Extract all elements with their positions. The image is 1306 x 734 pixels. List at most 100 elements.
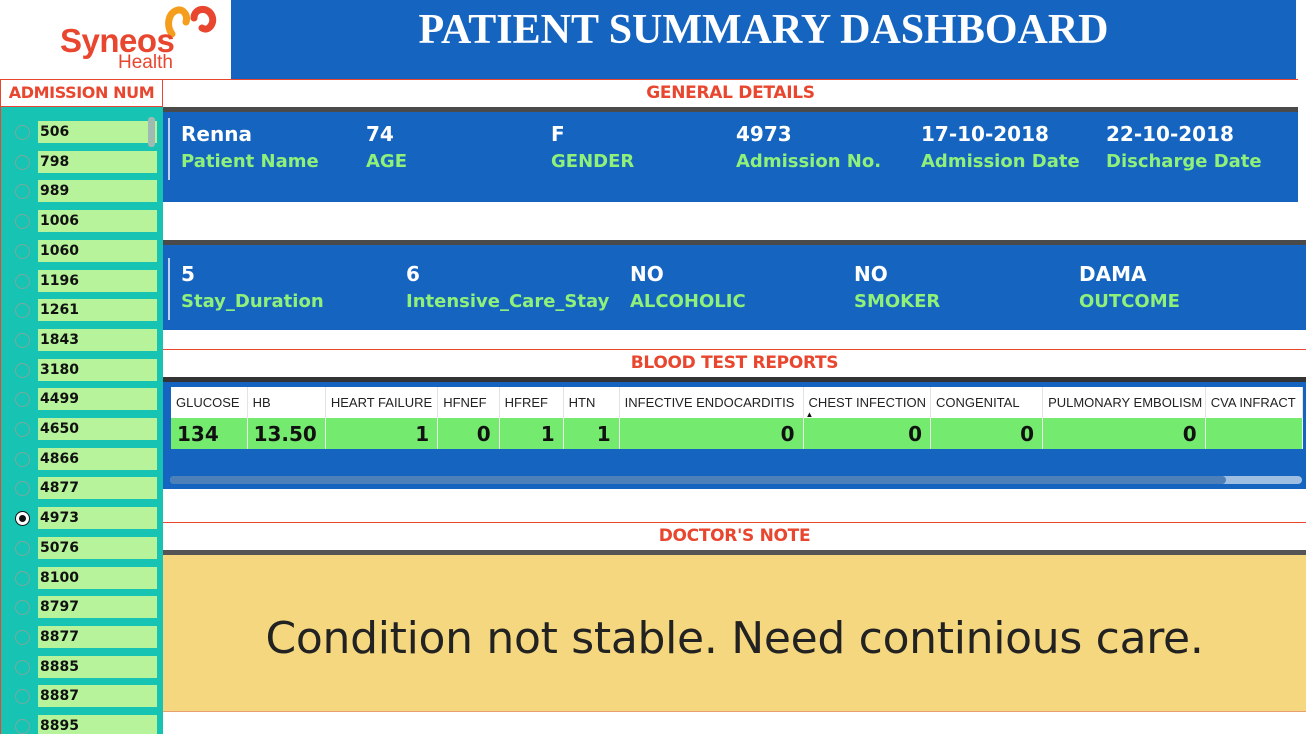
stay-duration-label: Stay_Duration — [181, 291, 324, 312]
general-details-title: GENERAL DETAILS — [646, 83, 815, 103]
column-header-label: CVA INFRACT — [1210, 395, 1296, 410]
slicer-item-label: 3180 — [38, 358, 157, 381]
radio-icon[interactable] — [15, 214, 30, 230]
slicer-item[interactable]: 4973 — [1, 507, 163, 531]
radio-icon[interactable] — [15, 154, 30, 170]
admission-date-value: 17-10-2018 — [921, 122, 1049, 146]
slicer-item[interactable]: 8877 — [1, 625, 163, 650]
radio-icon[interactable] — [15, 481, 30, 497]
patient-name-label: Patient Name — [181, 151, 319, 172]
general-details-header: GENERAL DETAILS — [163, 79, 1298, 107]
radio-icon[interactable] — [15, 570, 30, 586]
slicer-item[interactable]: 798 — [1, 150, 163, 175]
slicer-item[interactable]: 8895 — [1, 715, 163, 734]
column-header[interactable]: GLUCOSE — [171, 387, 248, 418]
slicer-item[interactable]: 989 — [1, 180, 163, 204]
slicer-item[interactable]: 4499 — [1, 388, 163, 412]
slicer-item-label: 4877 — [38, 477, 157, 500]
radio-icon[interactable] — [15, 629, 30, 645]
radio-icon[interactable] — [15, 689, 30, 705]
slicer-item[interactable]: 1843 — [1, 328, 163, 353]
column-header[interactable]: PULMONARY EMBOLISM — [1042, 387, 1206, 418]
radio-icon[interactable] — [15, 125, 30, 140]
radio-icon[interactable] — [15, 184, 30, 200]
slicer-item-label: 1196 — [38, 269, 157, 292]
slicer-item-label: 4650 — [38, 418, 157, 440]
table-cell: 0 — [437, 418, 500, 449]
radio-icon[interactable] — [15, 659, 30, 675]
slicer-item[interactable]: 8797 — [1, 596, 163, 620]
radio-icon[interactable] — [15, 362, 30, 378]
column-header[interactable]: HB — [247, 387, 326, 418]
radio-icon[interactable] — [15, 511, 30, 527]
column-header[interactable]: CVA INFRACT — [1205, 387, 1304, 418]
slicer-item-label: 8895 — [38, 715, 157, 734]
age-value: 74 — [366, 122, 394, 146]
admission-slicer-header: ADMISSION NUM — [0, 79, 163, 107]
slicer-item[interactable]: 4877 — [1, 477, 163, 501]
column-header[interactable]: HTN — [563, 387, 620, 418]
table-row: 134 13.50 1 0 1 1 0 0 0 0 — [171, 418, 1304, 449]
outcome-field: DAMA OUTCOME — [1079, 261, 1180, 317]
slicer-item[interactable]: 3180 — [1, 358, 163, 383]
slicer-item[interactable]: 4866 — [1, 447, 163, 472]
column-header[interactable]: HEART FAILURE — [325, 387, 439, 418]
smoker-value: NO — [854, 262, 888, 286]
slicer-scrollbar[interactable] — [148, 117, 155, 147]
slicer-item[interactable]: 8885 — [1, 655, 163, 680]
doctors-note-card: Condition not stable. Need continious ca… — [163, 550, 1306, 712]
admission-slicer[interactable]: 506 798 989 1006 1060 1196 1261 1843 3180 4499 465… — [0, 107, 163, 734]
column-header[interactable]: CHEST INFECTION ▲ — [803, 387, 932, 419]
table-cell: 0 — [930, 418, 1044, 449]
column-header[interactable]: HFNEF — [437, 387, 500, 418]
slicer-item[interactable]: 1261 — [1, 299, 163, 323]
column-header-label: CONGENITAL — [936, 395, 1020, 410]
scrollbar-thumb[interactable] — [170, 476, 1226, 484]
column-header[interactable]: HFREF — [499, 387, 564, 418]
slicer-item-label: 1006 — [38, 210, 157, 233]
card-accent-bar — [168, 258, 170, 320]
column-header[interactable]: CONGENITAL — [930, 387, 1044, 418]
patient-name-field: Renna Patient Name — [181, 121, 319, 177]
slicer-item[interactable]: 1060 — [1, 239, 163, 264]
slicer-item[interactable]: 506 — [1, 121, 163, 145]
smoker-field: NO SMOKER — [854, 261, 940, 317]
slicer-item[interactable]: 8100 — [1, 566, 163, 591]
radio-icon[interactable] — [15, 422, 30, 437]
blood-test-table: GLUCOSE HB HEART FAILURE HFNEF HFREF HTN INFEC… — [171, 387, 1304, 449]
slicer-item[interactable]: 8887 — [1, 685, 163, 709]
slicer-item[interactable]: 4650 — [1, 418, 163, 442]
card-accent-bar — [168, 118, 170, 180]
general-details-card: Renna Patient Name 74 AGE F GENDER 4973 … — [163, 107, 1298, 202]
table-cell: 1 — [563, 418, 620, 449]
table-cell: 1 — [499, 418, 564, 449]
column-header-label: HFNEF — [443, 395, 487, 410]
slicer-item[interactable]: 5076 — [1, 536, 163, 561]
doctors-note-header: DOCTOR'S NOTE — [163, 522, 1306, 550]
table-cell: 0 — [803, 418, 932, 449]
column-header[interactable]: INFECTIVE ENDOCARDITIS — [619, 387, 804, 418]
sort-ascending-icon[interactable]: ▲ — [806, 410, 814, 419]
radio-icon[interactable] — [15, 540, 30, 556]
radio-icon[interactable] — [15, 243, 30, 259]
icu-stay-label: Intensive_Care_Stay — [406, 291, 610, 312]
radio-icon[interactable] — [15, 719, 30, 734]
radio-icon[interactable] — [15, 273, 30, 289]
slicer-item[interactable]: 1196 — [1, 269, 163, 294]
radio-icon[interactable] — [15, 392, 30, 408]
slicer-item-label: 4866 — [38, 447, 157, 470]
radio-icon[interactable] — [15, 332, 30, 348]
table-horizontal-scrollbar[interactable] — [170, 476, 1302, 484]
stay-details-card: 5 Stay_Duration 6 Intensive_Care_Stay NO… — [163, 240, 1306, 330]
radio-icon[interactable] — [15, 451, 30, 467]
radio-icon[interactable] — [15, 303, 30, 319]
column-header-label: GLUCOSE — [176, 395, 240, 410]
alcoholic-value: NO — [630, 262, 664, 286]
slicer-item[interactable]: 1006 — [1, 210, 163, 234]
slicer-item-label: 4973 — [38, 507, 157, 530]
age-field: 74 AGE — [366, 121, 407, 177]
column-header-label: INFECTIVE ENDOCARDITIS — [624, 395, 795, 410]
gender-label: GENDER — [551, 151, 635, 172]
radio-icon[interactable] — [15, 600, 30, 616]
age-label: AGE — [366, 151, 408, 172]
